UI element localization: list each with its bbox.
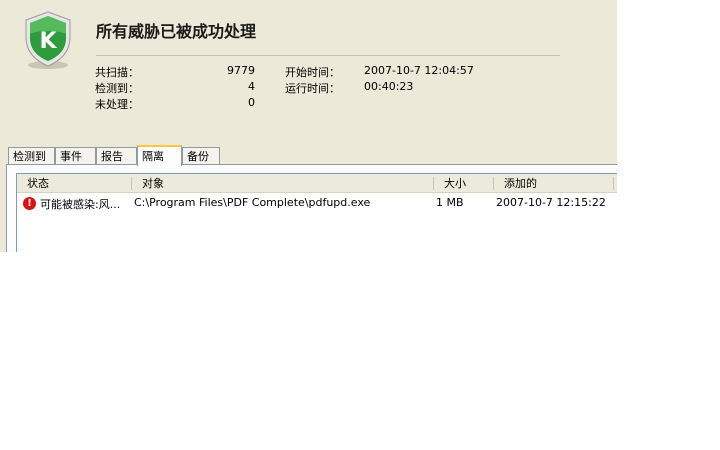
- detected-value: 4: [248, 80, 255, 93]
- runtime-value: 00:40:23: [364, 80, 414, 93]
- quarantine-list: 状态 对象 大小 添加的 ! 可能被感染:风... C:\Program Fil…: [16, 173, 617, 252]
- status-title: 所有威胁已被成功处理: [96, 22, 257, 41]
- row-added: 2007-10-7 12:15:22: [496, 196, 606, 209]
- kaspersky-shield-icon: K: [25, 11, 71, 69]
- unprocessed-value: 0: [248, 96, 255, 109]
- scanned-value: 9779: [227, 64, 255, 77]
- start-time-label: 开始时间：: [285, 66, 340, 79]
- start-time-value: 2007-10-7 12:04:57: [364, 64, 474, 77]
- row-size: 1 MB: [436, 196, 464, 209]
- row-object: C:\Program Files\PDF Complete\pdfupd.exe: [134, 196, 371, 209]
- column-header-added[interactable]: 添加的: [494, 174, 614, 193]
- tab-detected[interactable]: 检测到: [8, 147, 55, 164]
- tab-backup[interactable]: 备份: [182, 147, 220, 164]
- tab-events[interactable]: 事件: [55, 147, 96, 164]
- scanned-label: 共扫描：: [95, 66, 139, 79]
- app-window: K 所有威胁已被成功处理 共扫描： 9779 检测到： 4 未处理： 0 开始时…: [0, 0, 617, 252]
- tab-reports[interactable]: 报告: [96, 147, 137, 164]
- column-header-size[interactable]: 大小: [434, 174, 494, 193]
- warning-icon: !: [23, 197, 36, 210]
- unprocessed-label: 未处理：: [95, 98, 139, 111]
- runtime-label: 运行时间：: [285, 82, 340, 95]
- row-status: 可能被感染:风...: [40, 198, 121, 211]
- column-header-object[interactable]: 对象: [132, 174, 434, 193]
- title-divider: [96, 55, 560, 56]
- column-header-filler: [614, 174, 617, 193]
- column-header-status[interactable]: 状态: [17, 174, 132, 193]
- detected-label: 检测到：: [95, 82, 139, 95]
- svg-text:K: K: [39, 29, 57, 54]
- tab-quarantine[interactable]: 隔离: [137, 145, 182, 166]
